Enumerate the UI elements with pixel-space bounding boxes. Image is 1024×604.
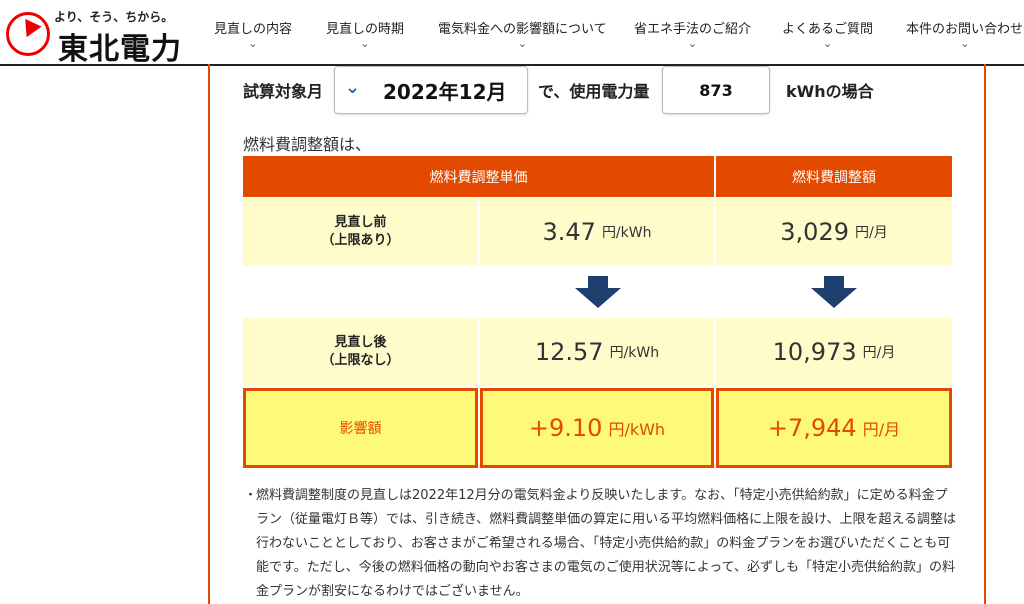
nav-label: 電気料金への影響額について [438, 22, 607, 37]
nav-item-contact[interactable]: 本件のお問い合わせ先 ⌄ [906, 18, 1024, 51]
usage-kwh-input[interactable] [662, 66, 770, 114]
arrow-down-icon [811, 276, 857, 308]
row-label-line1: 見直し前 [334, 215, 387, 230]
row-label-after: 見直し後 （上限なし） [243, 318, 478, 386]
month-label: 試算対象月 [243, 82, 324, 101]
nav-label: 見直しの時期 [326, 22, 405, 37]
after-unit-price-cell: 12.57 円/kWh [480, 318, 714, 386]
nav-item-faq[interactable]: よくあるご質問 ⌄ [782, 18, 873, 51]
nav-item-timing[interactable]: 見直しの時期 ⌄ [326, 18, 404, 51]
row-label-line1: 見直し後 [334, 335, 387, 350]
unit-kwh: 円/kWh [609, 345, 660, 361]
usage-label: で、使用電力量 [538, 82, 650, 101]
nav-item-content[interactable]: 見直しの内容 ⌄ [214, 18, 292, 51]
intro-text: 燃料費調整額は、 [243, 135, 372, 154]
unit-kwh: 円/kWh [608, 420, 666, 439]
company-logo[interactable]: より、そう、ちから。 東北電力 [6, 6, 186, 67]
nav-item-energy-saving[interactable]: 省エネ手法のご紹介 ⌄ [634, 18, 751, 51]
row-label-before: 見直し前 （上限あり） [243, 198, 478, 266]
after-unit-price: 12.57 [534, 338, 604, 366]
nav-label: 本件のお問い合わせ先 [906, 22, 1024, 37]
impact-label: 影響額 [339, 421, 382, 437]
header-amount: 燃料費調整額 [716, 156, 952, 197]
before-amount-cell: 3,029 円/月 [716, 198, 952, 266]
chevron-down-icon: ⌄ [960, 37, 970, 50]
impact-amount-cell: +7,944 円/月 [716, 388, 952, 468]
note-bullet: ・ [244, 488, 258, 503]
unit-label: kWhの場合 [786, 82, 874, 101]
chevron-down-icon: ⌄ [687, 37, 698, 50]
impact-amount: +7,944 [767, 414, 857, 442]
chevron-down-icon: ⌄ [360, 37, 370, 50]
unit-month: 円/月 [862, 420, 901, 439]
unit-month: 円/月 [855, 225, 888, 241]
nav-label: よくあるご質問 [782, 22, 874, 37]
nav-label: 省エネ手法のご紹介 [634, 22, 752, 37]
arrow-down-icon [575, 276, 621, 308]
month-select[interactable]: ⌄ 2022年12月 [334, 66, 528, 114]
chevron-down-icon: ⌄ [517, 37, 527, 50]
before-unit-price-cell: 3.47 円/kWh [480, 198, 714, 266]
row-label-line2: （上限あり） [321, 233, 400, 248]
nav-label: 見直しの内容 [214, 22, 293, 37]
lightning-logo-icon [6, 12, 50, 56]
after-amount: 10,973 [772, 338, 857, 366]
logo-tagline: より、そう、ちから。 [54, 10, 174, 24]
note-text: 燃料費調整制度の見直しは2022年12月分の電気料金より反映いたします。なお、「… [256, 488, 957, 599]
site-header: より、そう、ちから。 東北電力 見直しの内容 ⌄ 見直しの時期 ⌄ 電気料金への… [0, 0, 1024, 67]
month-select-value: 2022年12月 [383, 80, 507, 104]
before-amount: 3,029 [780, 218, 849, 246]
logo-name: 東北電力 [58, 32, 182, 67]
before-unit-price: 3.47 [542, 218, 596, 246]
chevron-down-icon: ⌄ [345, 77, 361, 98]
unit-kwh: 円/kWh [601, 225, 652, 241]
after-amount-cell: 10,973 円/月 [716, 318, 952, 386]
row-label-line2: （上限なし） [321, 353, 400, 368]
notes: ・ 燃料費調整制度の見直しは2022年12月分の電気料金より反映いたします。なお… [244, 484, 960, 604]
header-unit-price: 燃料費調整単価 [243, 156, 714, 197]
nav-item-impact[interactable]: 電気料金への影響額について ⌄ [438, 18, 607, 51]
unit-month: 円/月 [862, 345, 896, 361]
impact-unit-price: +9.10 [528, 414, 603, 442]
impact-unit-price-cell: +9.10 円/kWh [480, 388, 714, 468]
chevron-down-icon: ⌄ [248, 37, 258, 50]
chevron-down-icon: ⌄ [822, 37, 833, 50]
impact-label-cell: 影響額 [243, 388, 478, 468]
